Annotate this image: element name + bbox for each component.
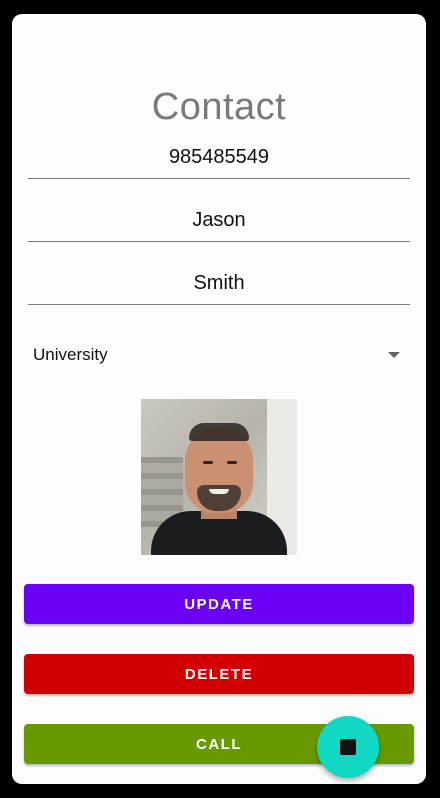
stop-icon xyxy=(340,739,356,755)
last-name-field[interactable]: Smith xyxy=(28,268,410,305)
category-dropdown[interactable]: University xyxy=(28,340,402,370)
photo-hair xyxy=(189,423,249,441)
stop-fab-button[interactable] xyxy=(317,716,379,778)
phone-field[interactable]: 985485549 xyxy=(28,142,410,179)
contact-photo xyxy=(141,399,297,555)
update-button[interactable]: UPDATE xyxy=(24,584,414,624)
photo-left-eye xyxy=(203,461,213,464)
first-name-field[interactable]: Jason xyxy=(28,205,410,242)
delete-button[interactable]: DELETE xyxy=(24,654,414,694)
dropdown-arrow-icon[interactable] xyxy=(388,352,400,358)
photo-smile xyxy=(209,489,229,494)
app-screen: Contact 985485549 Jason Smith University… xyxy=(12,14,426,784)
page-title: Contact xyxy=(151,86,287,128)
photo-right-eye xyxy=(227,461,237,464)
category-selected-value: University xyxy=(33,345,108,364)
device-frame: Contact 985485549 Jason Smith University… xyxy=(0,0,440,798)
